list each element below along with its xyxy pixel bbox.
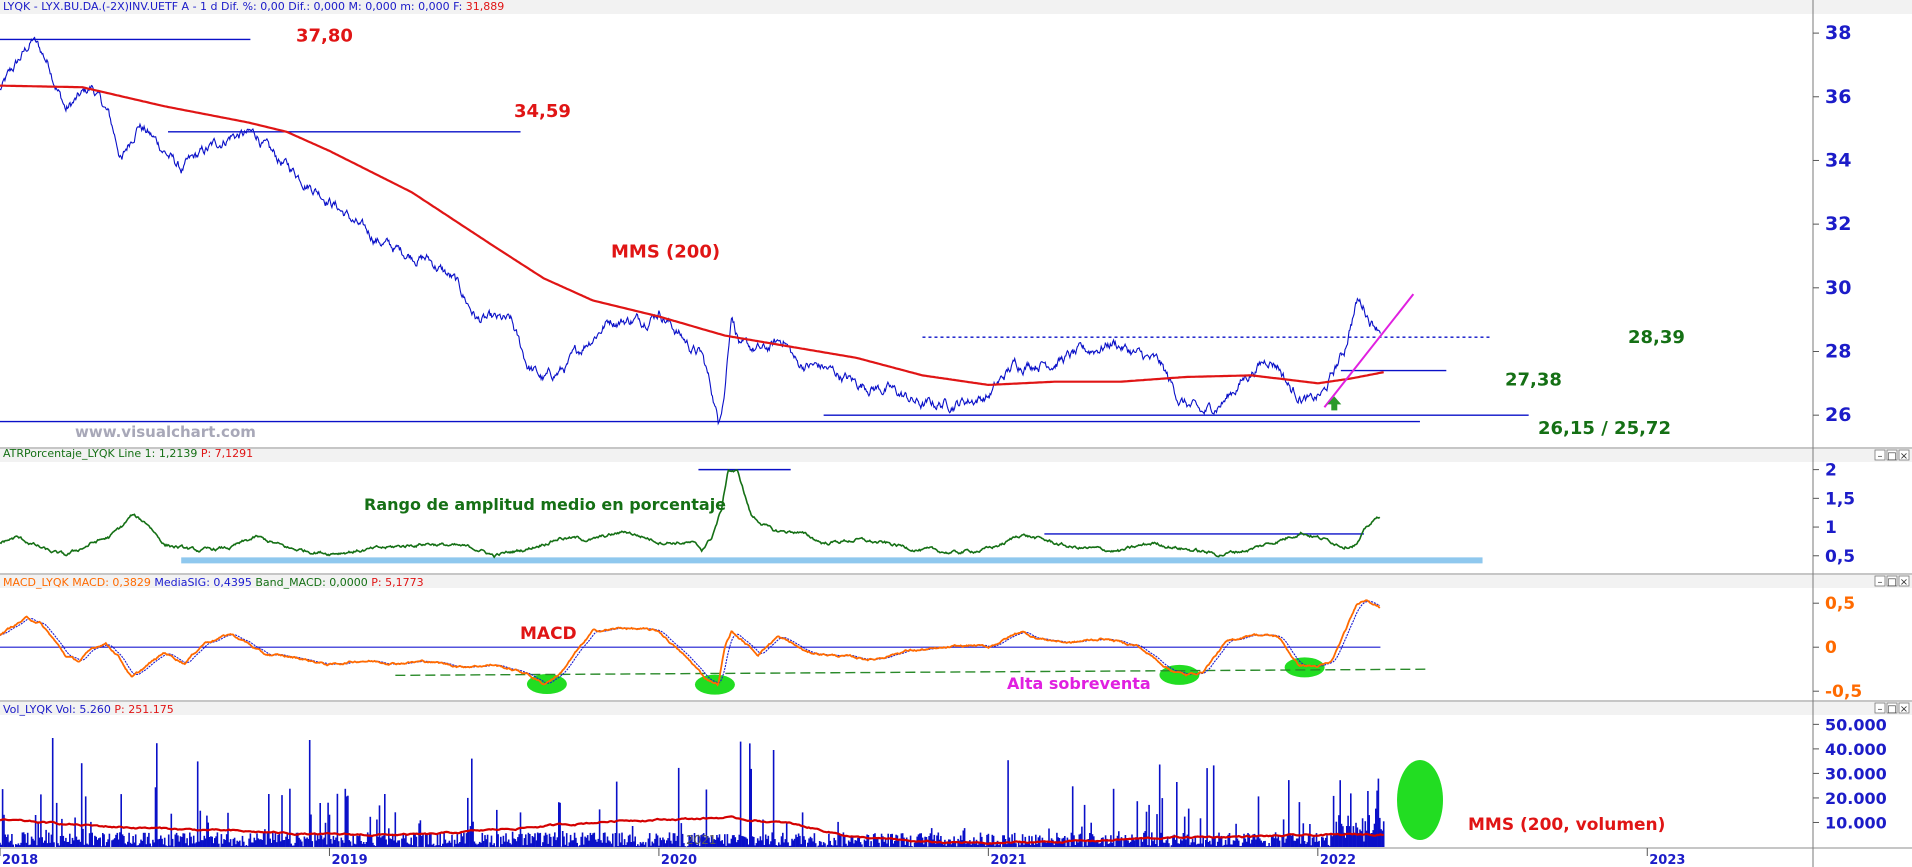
panel-window-button-glyph: – (1878, 704, 1883, 715)
y-axis-tick-label: 1 (1825, 518, 1837, 538)
oversold-highlight (1159, 664, 1200, 685)
y-axis-tick-label: 0 (1825, 638, 1837, 658)
watermark: www.visualchart.com (75, 423, 256, 441)
macd-label: MACD (520, 624, 577, 644)
volume-ma-label: MMS (200, volumen) (1468, 815, 1665, 835)
panel-window-button-glyph: × (1900, 577, 1908, 588)
x-axis-tick-label: 2021 (990, 853, 1026, 867)
panel-window-button-glyph: – (1878, 577, 1883, 588)
macd-support-dashed (395, 668, 1427, 677)
price-level-label: 37,80 (296, 25, 353, 46)
y-axis-tick-label: 0,5 (1825, 594, 1855, 614)
panel-window-button-glyph: □ (1887, 577, 1896, 588)
magenta-trendline (1323, 293, 1415, 408)
macd-series-line (0, 599, 1381, 687)
x-axis-tick-label: 2019 (331, 853, 367, 867)
panel-window-button-glyph: × (1900, 704, 1908, 715)
price-level-label: 28,39 (1628, 327, 1685, 348)
price-header: LYQK - LYX.BU.DA.(-2X)INV.UETF A - 1 d D… (3, 0, 504, 13)
y-axis-tick-label: -0,5 (1825, 682, 1862, 702)
chart-workspace: LYQK - LYX.BU.DA.(-2X)INV.UETF A - 1 d D… (0, 0, 1912, 867)
panel-header-bar (0, 449, 1912, 462)
volume-highlight (1397, 760, 1443, 840)
y-axis-tick-label: 38 (1825, 22, 1851, 44)
price-series-line (0, 36, 1381, 426)
y-axis-tick-label: 34 (1825, 149, 1851, 171)
panel-window-button-glyph: □ (1887, 704, 1896, 715)
y-axis-tick-label: 32 (1825, 213, 1851, 235)
y-axis-tick-label: 10.000 (1825, 813, 1887, 832)
y-axis-tick-label: 36 (1825, 86, 1851, 108)
panel-window-button-glyph: – (1878, 451, 1883, 462)
mms200-label: MMS (200) (611, 242, 720, 263)
atr-label: Rango de amplitud medio en porcentaje (364, 495, 726, 514)
volume-inner-year-label: 2021 (686, 833, 717, 847)
panel-header-bar (0, 702, 1912, 715)
panel-window-buttons[interactable]: – □ ×– □ ×– □ × (1874, 449, 1910, 715)
x-axis: 2018 2019 2020 2021 2022 2023 (0, 848, 1685, 867)
panel-window-button-glyph: □ (1887, 451, 1896, 462)
volume-panel: MMS (200, volumen) 2021 (0, 738, 1665, 847)
y-axis-tick-label: 30 (1825, 277, 1851, 299)
y-axis-tick-label: 20.000 (1825, 789, 1887, 808)
panel-window-button-glyph: × (1900, 451, 1908, 462)
price-level-label: 27,38 (1505, 370, 1562, 391)
oversold-highlight (1284, 657, 1325, 678)
oversold-label: Alta sobreventa (1007, 674, 1151, 693)
price-level-label: 26,15 / 25,72 (1538, 418, 1671, 439)
mms200-line (0, 84, 1384, 387)
y-axis-tick-label: 30.000 (1825, 764, 1887, 783)
atr-header: ATRPorcentaje_LYQK Line 1: 1,2139 P: 7,1… (3, 447, 253, 460)
y-axis-tick-label: 50.000 (1825, 715, 1887, 734)
x-axis-tick-label: 2022 (1320, 853, 1356, 867)
up-arrow-icon (1327, 396, 1342, 411)
price-level-label: 34,59 (514, 101, 571, 122)
y-axis-tick-label: 26 (1825, 404, 1851, 426)
price-panel: 37,80 34,59 28,39 27,38 26,15 / 25,72 MMS (20… (0, 25, 1685, 439)
y-axis-tick-label: 28 (1825, 340, 1851, 362)
y-axis-tick-label: 40.000 (1825, 740, 1887, 759)
atr-panel: Rango de amplitud medio en porcentaje (0, 468, 1483, 564)
x-axis-tick-label: 2023 (1649, 853, 1685, 867)
volume-header: Vol_LYQK Vol: 5.260 P: 251.175 (3, 703, 174, 716)
y-axis-tick-label: 2 (1825, 461, 1837, 481)
x-axis-tick-label: 2020 (661, 853, 697, 867)
oversold-highlight (694, 674, 735, 695)
macd-panel: MACD Alta sobreventa (0, 599, 1427, 695)
x-axis-tick-label: 2018 (2, 853, 38, 867)
y-axis-tick-label: 1,5 (1825, 489, 1855, 509)
y-axis-tick-label: 0,5 (1825, 547, 1855, 567)
macd-header: MACD_LYQK MACD: 0,3829 MediaSIG: 0,4395 … (3, 576, 424, 589)
